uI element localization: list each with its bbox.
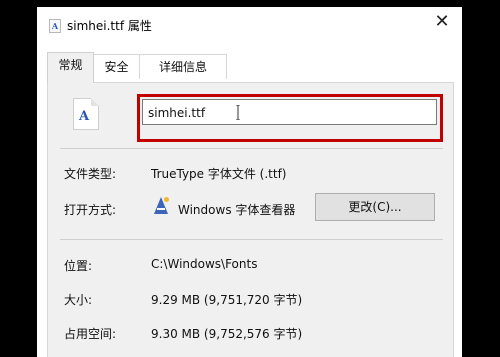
tab-strip: 常规 安全 详细信息 xyxy=(47,52,447,83)
tab-general[interactable]: 常规 xyxy=(47,52,94,83)
open-with-label: 打开方式: xyxy=(64,203,117,217)
location-label: 位置: xyxy=(64,259,93,273)
tab-details[interactable]: 详细信息 xyxy=(139,54,227,79)
font-viewer-icon xyxy=(154,197,169,214)
text-cursor-icon xyxy=(236,105,240,120)
change-button[interactable]: 更改(C)... xyxy=(315,193,435,221)
font-file-icon-letter: A xyxy=(79,109,90,124)
tab-security[interactable]: 安全 xyxy=(92,54,141,79)
title-bar: A simhei.ttf 属性 ✕ xyxy=(37,7,462,39)
open-with-value: Windows 字体查看器 xyxy=(178,203,296,217)
font-file-icon: A xyxy=(49,19,61,33)
separator xyxy=(60,148,443,149)
disk-size-label: 占用空间: xyxy=(64,327,117,341)
separator xyxy=(60,239,443,240)
close-button[interactable]: ✕ xyxy=(432,12,452,32)
window-title: simhei.ttf 属性 xyxy=(67,19,152,33)
file-type-label: 文件类型: xyxy=(64,167,117,181)
filename-field[interactable]: simhei.ttf xyxy=(142,99,437,125)
file-type-value: TrueType 字体文件 (.ttf) xyxy=(151,167,287,181)
size-label: 大小: xyxy=(64,293,93,307)
general-tab-panel: A simhei.ttf 文件类型: TrueType 字体文件 (.ttf) … xyxy=(47,82,454,357)
location-value: C:\Windows\Fonts xyxy=(151,257,258,271)
disk-size-value: 9.30 MB (9,752,576 字节) xyxy=(151,327,303,341)
font-file-icon: A xyxy=(73,98,99,130)
properties-dialog: A simhei.ttf 属性 ✕ 常规 安全 详细信息 A simhei.tt… xyxy=(37,7,462,357)
size-value: 9.29 MB (9,751,720 字节) xyxy=(151,293,303,307)
